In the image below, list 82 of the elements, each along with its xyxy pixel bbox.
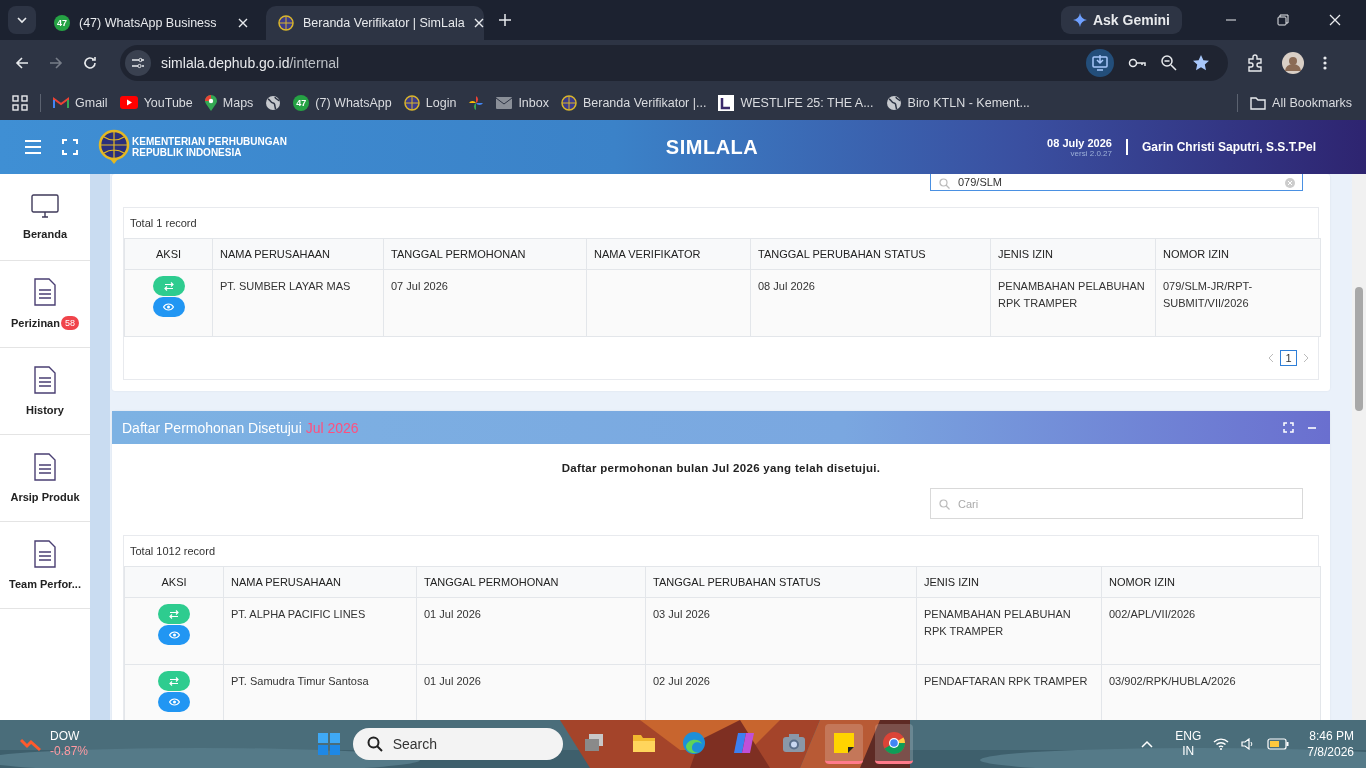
bookmark-label: (7) WhatsApp xyxy=(315,95,392,110)
ticker-name: DOW xyxy=(50,729,81,744)
app-title: SIMLALA xyxy=(665,135,759,159)
ticker-change: -0.87% xyxy=(50,744,89,759)
all-bookmarks-button[interactable]: All Bookmarks xyxy=(1250,95,1352,110)
sidebar-label: Team Perfor... xyxy=(9,578,81,590)
tab-title: (47) WhatsApp Business xyxy=(79,16,218,30)
bookmark-label: Gmail xyxy=(75,95,108,110)
table-cell: PENDAFTARAN RPK TRAMPER xyxy=(924,675,1088,687)
user-name: Garin Christi Saputri, S.S.T.Pel xyxy=(1141,140,1316,154)
column-header: AKSI xyxy=(124,566,224,598)
table-cell: 01 Jul 2026 xyxy=(424,675,481,687)
sidebar-label: History xyxy=(26,404,64,416)
table-cell: 08 Jul 2026 xyxy=(758,280,815,292)
bookmark[interactable]: Beranda Verifikator |... xyxy=(560,94,707,111)
tab-title: Beranda Verifikator | SimLala xyxy=(303,16,465,30)
table-cell: PENAMBAHAN PELABUHAN RPK TRAMPER xyxy=(924,608,1071,637)
column-header: JENIS IZIN xyxy=(990,238,1156,270)
panel-title: Daftar Permohonan Disetujui Jul 2026 xyxy=(122,419,359,436)
column-header: JENIS IZIN xyxy=(916,566,1102,598)
column-header: TANGGAL PERUBAHAN STATUS xyxy=(750,238,991,270)
column-header: AKSI xyxy=(124,238,213,270)
column-header: NOMOR IZIN xyxy=(1155,238,1321,270)
search-field[interactable]: 079/SLM xyxy=(930,174,1303,191)
table-cell: PENAMBAHAN PELABUHAN RPK TRAMPER xyxy=(998,280,1145,309)
bookmark-label: Maps xyxy=(222,95,254,110)
whatsapp-icon: 47 xyxy=(54,15,70,31)
sidebar-label: Perizinan xyxy=(11,317,60,329)
current-date: 08 July 2026 xyxy=(1047,136,1112,149)
record-count: Total 1 record xyxy=(129,216,198,231)
bookmark[interactable]: 47 (7) WhatsApp xyxy=(293,94,392,111)
bookmark[interactable]: Maps xyxy=(204,94,254,111)
version-text: versi 2.0.27 xyxy=(1070,148,1112,158)
table-cell: 079/SLM-JR/RPT-SUBMIT/VII/2026 xyxy=(1163,280,1253,309)
ministry-name: KEMENTERIAN PERHUBUNGAN xyxy=(132,136,287,147)
table-cell: 002/APL/VII/2026 xyxy=(1109,608,1196,620)
table-cell: 07 Jul 2026 xyxy=(391,280,448,292)
bookmark[interactable]: Gmail xyxy=(53,95,108,110)
column-header: NAMA PERUSAHAAN xyxy=(212,238,384,270)
taskbar-search[interactable]: Search xyxy=(352,728,563,760)
sidebar-label: Arsip Produk xyxy=(10,491,80,503)
page-button[interactable]: 1 xyxy=(1280,350,1297,366)
bookmark[interactable]: Login xyxy=(403,94,457,111)
bookmark-label: WESTLIFE 25: THE A... xyxy=(740,95,874,110)
sidebar-label: Beranda xyxy=(23,228,67,240)
clock-time: 8:46 PM xyxy=(1309,728,1354,744)
clock-date: 7/8/2026 xyxy=(1307,744,1354,760)
language-code: ENG xyxy=(1175,729,1202,744)
region-code: IN xyxy=(1182,744,1195,759)
column-header: TANGGAL PERMOHONAN xyxy=(383,238,587,270)
bookmark[interactable]: Inbox xyxy=(496,95,549,110)
table-cell: PT. ALPHA PACIFIC LINES xyxy=(231,608,366,620)
browser-tab[interactable]: 47 (47) WhatsApp Business xyxy=(42,6,260,40)
ask-gemini-button[interactable]: Ask Gemini xyxy=(1060,6,1182,34)
bookmark-label: Inbox xyxy=(518,95,549,110)
column-header: TANGGAL PERMOHONAN xyxy=(416,566,646,598)
table-cell: PT. Samudra Timur Santosa xyxy=(231,675,369,687)
bookmark-label: YouTube xyxy=(143,95,193,110)
table-cell: 02 Jul 2026 xyxy=(653,675,710,687)
table-cell: 03/902/RPK/HUBLA/2026 xyxy=(1109,675,1236,687)
url-text: simlala.dephub.go.id/internal xyxy=(161,54,340,71)
bookmark[interactable]: YouTube xyxy=(119,95,193,110)
bookmark-label: Beranda Verifikator |... xyxy=(582,95,707,110)
column-header: NAMA VERIFIKATOR xyxy=(586,238,751,270)
search-field[interactable]: Cari xyxy=(930,488,1303,519)
record-count: Total 1012 record xyxy=(129,544,216,559)
bookmark-label: Login xyxy=(425,95,457,110)
bookmark[interactable]: Biro KTLN - Kement... xyxy=(885,94,1030,111)
table-cell: 03 Jul 2026 xyxy=(653,608,710,620)
whatsapp-icon: 47 xyxy=(293,94,310,111)
table-cell: PT. SUMBER LAYAR MAS xyxy=(220,280,351,292)
column-header: TANGGAL PERUBAHAN STATUS xyxy=(645,566,917,598)
browser-tab[interactable]: Beranda Verifikator | SimLala xyxy=(266,6,484,40)
panel-description: Daftar permohonan bulan Jul 2026 yang telah disetujui. xyxy=(560,462,882,474)
column-header: NOMOR IZIN xyxy=(1101,566,1321,598)
address-bar[interactable]: simlala.dephub.go.id/internal xyxy=(120,44,1228,81)
count-badge: 58 xyxy=(60,316,79,330)
table-cell: 01 Jul 2026 xyxy=(424,608,481,620)
ministry-name: REPUBLIK INDONESIA xyxy=(132,147,243,158)
bookmark[interactable]: WESTLIFE 25: THE A... xyxy=(718,94,874,111)
column-header: NAMA PERUSAHAAN xyxy=(223,566,417,598)
bookmark-label: Biro KTLN - Kement... xyxy=(907,95,1030,110)
